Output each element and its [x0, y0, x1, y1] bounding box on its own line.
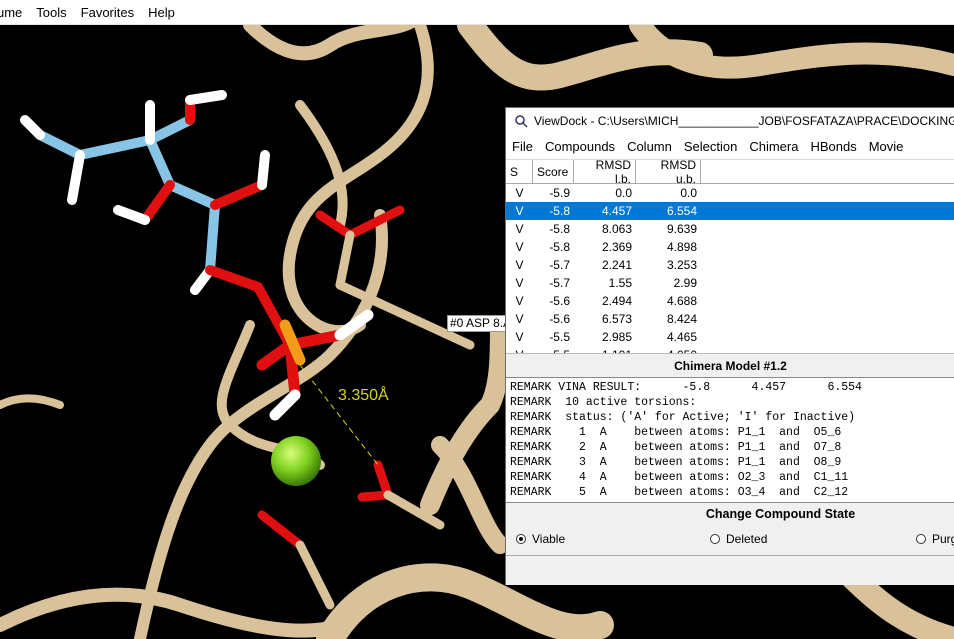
- menu-favorites[interactable]: Favorites: [74, 5, 141, 20]
- remark-line: REMARK 2 A between atoms: P1_1 and O7_8: [510, 441, 842, 454]
- table-cell: V: [515, 240, 524, 254]
- remark-line: REMARK VINA RESULT: -5.8 4.457 6.554: [510, 381, 862, 394]
- table-cell: 4.457: [601, 204, 632, 218]
- radio-label: Viable: [532, 532, 566, 546]
- table-cell: 2.369: [601, 240, 632, 254]
- table-cell: V: [515, 258, 524, 272]
- table-cell: 0.0: [680, 186, 697, 200]
- table-cell: -5.6: [549, 294, 570, 308]
- remark-line: REMARK 5 A between atoms: O3_4 and C2_12: [510, 486, 849, 499]
- table-row[interactable]: V -5.8 8.063 9.639: [506, 220, 954, 238]
- table-body: V -5.9 0.0 0.0 V -5.8 4.457 6.554 V -5.8 8.063 9.63…: [506, 184, 954, 353]
- table-header: S Score RMSD l.b. RMSD u.b.: [506, 160, 954, 186]
- viewdock-menubar: File Compounds Column Selection Chimera …: [506, 134, 954, 160]
- table-cell: 4.688: [666, 294, 697, 308]
- table-cell: -5.7: [549, 258, 570, 272]
- table-cell: V: [506, 348, 533, 353]
- table-cell: V: [515, 294, 524, 308]
- menu-help[interactable]: Help: [141, 5, 182, 20]
- table-cell: 2.494: [601, 294, 632, 308]
- compound-table[interactable]: S Score RMSD l.b. RMSD u.b. V -5.9 0.0 0.0 V…: [506, 160, 954, 354]
- radio-viable[interactable]: Viable: [516, 532, 565, 546]
- col-header-score[interactable]: Score: [533, 160, 574, 183]
- col-header-rmsd-ub[interactable]: RMSD u.b.: [636, 160, 701, 186]
- menu-ume[interactable]: ume: [0, 5, 29, 20]
- table-cell: 0.0: [615, 186, 632, 200]
- table-row[interactable]: V -5.6 6.573 8.424: [506, 310, 954, 328]
- table-row[interactable]: V-5.51.1014.050: [506, 346, 954, 353]
- ligand: [20, 90, 295, 350]
- table-cell: -5.8: [549, 240, 570, 254]
- col-header-s[interactable]: S: [506, 160, 533, 183]
- radio-label: Purg: [932, 532, 954, 546]
- remark-line: REMARK status: ('A' for Active; 'I' for …: [510, 411, 856, 424]
- table-cell: -5.6: [549, 312, 570, 326]
- radio-deleted[interactable]: Deleted: [710, 532, 767, 546]
- divider: [506, 555, 954, 556]
- remark-line: REMARK 1 A between atoms: P1_1 and O5_6: [510, 426, 842, 439]
- table-cell: 6.573: [601, 312, 632, 326]
- viewdock-title: ViewDock - C:\Users\MICH____________JOB\…: [534, 114, 954, 128]
- remarks-text: REMARK VINA RESULT: -5.8 4.457 6.554 REM…: [506, 377, 954, 503]
- remark-line: REMARK 4 A between atoms: O2_3 and C1_11: [510, 471, 849, 484]
- vd-menu-file[interactable]: File: [506, 139, 539, 154]
- vd-menu-selection[interactable]: Selection: [678, 139, 743, 154]
- radio-unchecked-icon: [916, 534, 926, 544]
- table-cell: V: [515, 276, 524, 290]
- table-row[interactable]: V -5.8 2.369 4.898: [506, 238, 954, 256]
- table-cell: 8.424: [666, 312, 697, 326]
- state-radio-group: Viable Deleted Purg: [506, 532, 954, 552]
- table-row[interactable]: V -5.7 2.241 3.253: [506, 256, 954, 274]
- main-menubar: ume Tools Favorites Help: [0, 0, 954, 25]
- table-cell: -5.9: [549, 186, 570, 200]
- table-cell: 6.554: [666, 204, 697, 218]
- radio-unchecked-icon: [710, 534, 720, 544]
- viewdock-app-icon: [514, 114, 528, 128]
- radio-label: Deleted: [726, 532, 768, 546]
- table-cell: 2.241: [601, 258, 632, 272]
- table-cell: 1.101: [574, 348, 636, 353]
- vd-menu-hbonds[interactable]: HBonds: [804, 139, 862, 154]
- table-cell: V: [515, 222, 524, 236]
- table-cell: 4.050: [636, 348, 701, 353]
- metal-ion: [271, 436, 321, 486]
- table-cell: -5.5: [549, 330, 570, 344]
- table-row[interactable]: V -5.9 0.0 0.0: [506, 184, 954, 202]
- table-cell: -5.7: [549, 276, 570, 290]
- table-cell: -5.8: [549, 222, 570, 236]
- radio-purged[interactable]: Purg: [916, 532, 954, 546]
- table-cell: 2.99: [673, 276, 697, 290]
- table-cell: -5.8: [549, 204, 570, 218]
- table-row[interactable]: V -5.5 2.985 4.465: [506, 328, 954, 346]
- table-cell: 3.253: [666, 258, 697, 272]
- table-cell: V: [515, 204, 524, 218]
- viewdock-window: ViewDock - C:\Users\MICH____________JOB\…: [505, 107, 954, 585]
- table-cell: V: [515, 186, 524, 200]
- table-row[interactable]: V -5.7 1.55 2.99: [506, 274, 954, 292]
- radio-checked-icon: [516, 534, 526, 544]
- table-cell: 9.639: [666, 222, 697, 236]
- change-state-title: Change Compound State: [705, 507, 856, 521]
- menu-tools[interactable]: Tools: [29, 5, 73, 20]
- table-cell: 1.55: [608, 276, 632, 290]
- vd-menu-column[interactable]: Column: [621, 139, 678, 154]
- distance-label: 3.350Å: [338, 387, 389, 404]
- model-title: Chimera Model #1.2: [674, 359, 787, 373]
- col-header-rmsd-lb[interactable]: RMSD l.b.: [574, 160, 636, 186]
- table-cell: V: [515, 312, 524, 326]
- vd-menu-chimera[interactable]: Chimera: [743, 139, 804, 154]
- remark-line: REMARK 3 A between atoms: P1_1 and O8_9: [510, 456, 842, 469]
- remark-line: REMARK 10 active torsions:: [510, 396, 697, 409]
- table-cell: 4.898: [666, 240, 697, 254]
- table-cell: 4.465: [666, 330, 697, 344]
- table-cell: -5.5: [533, 348, 574, 353]
- table-cell: 8.063: [601, 222, 632, 236]
- table-cell: V: [515, 330, 524, 344]
- table-row[interactable]: V -5.6 2.494 4.688: [506, 292, 954, 310]
- vd-menu-compounds[interactable]: Compounds: [539, 139, 621, 154]
- table-row[interactable]: V -5.8 4.457 6.554: [506, 202, 954, 220]
- vd-menu-movie[interactable]: Movie: [863, 139, 910, 154]
- table-cell: 2.985: [601, 330, 632, 344]
- viewdock-titlebar[interactable]: ViewDock - C:\Users\MICH____________JOB\…: [506, 108, 954, 134]
